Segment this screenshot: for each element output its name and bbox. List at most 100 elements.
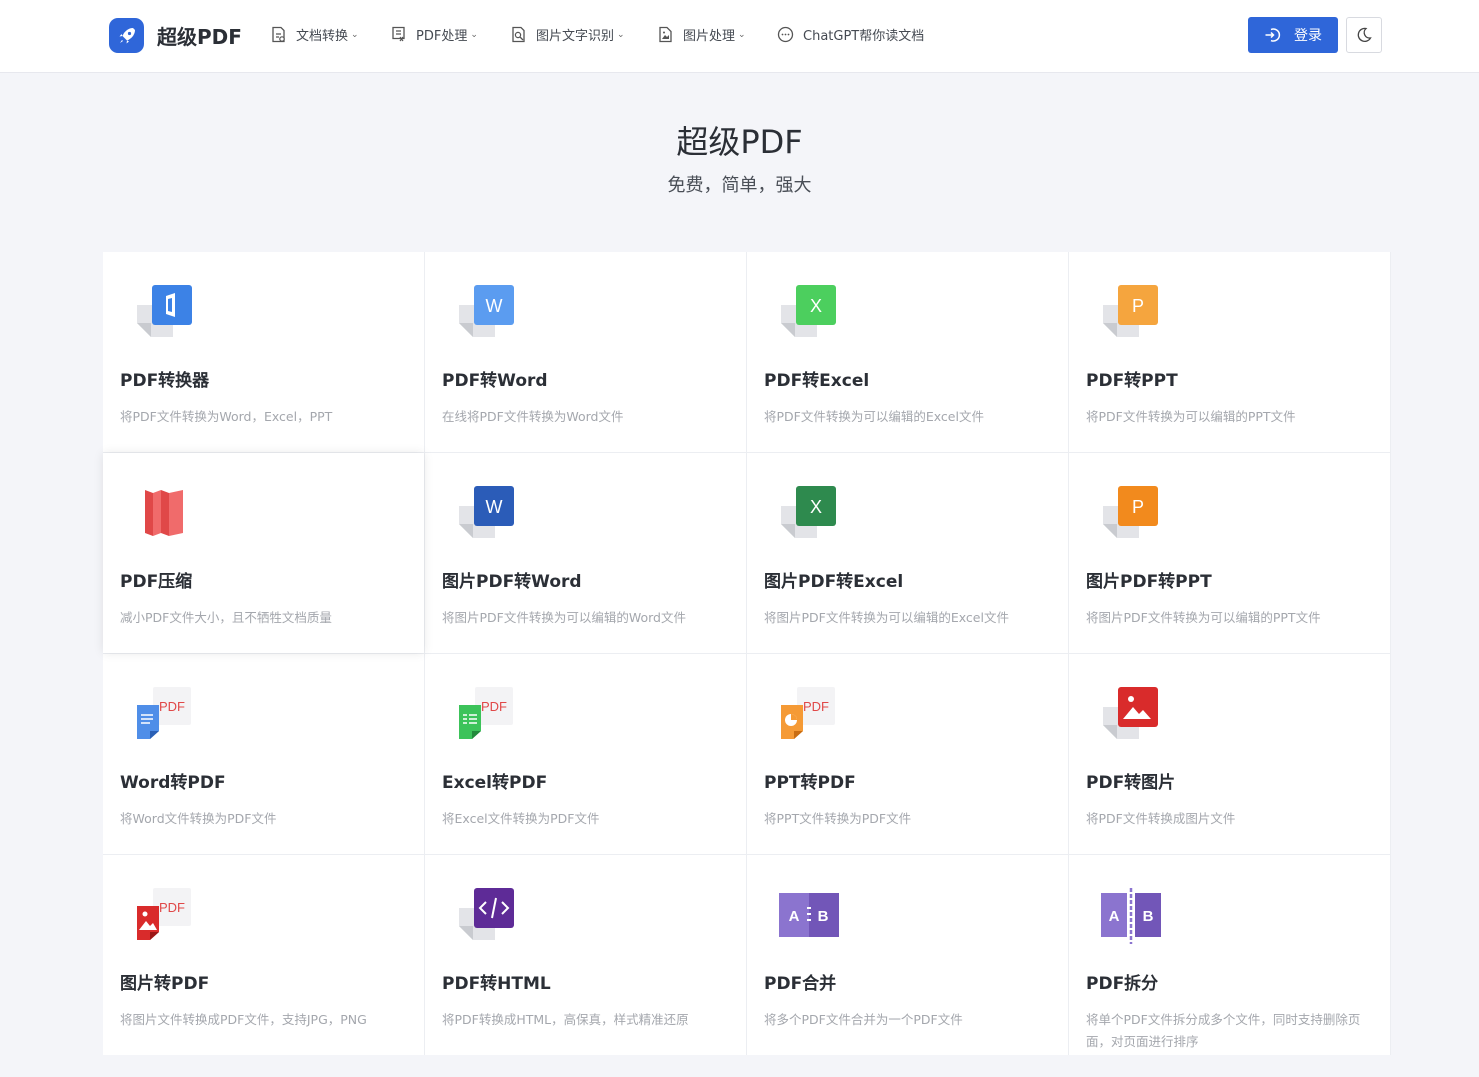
- office-icon: [137, 285, 192, 337]
- chevron-down-icon: ⌄: [351, 29, 359, 40]
- nav-label: PDF处理: [416, 29, 468, 44]
- svg-text:PDF: PDF: [159, 699, 185, 714]
- tool-title: PDF转换器: [120, 371, 210, 391]
- image-file-icon: [659, 26, 672, 43]
- tool-title: PPT转PDF: [764, 773, 856, 793]
- tool-card-pdf-compress[interactable]: PDF压缩 减小PDF文件大小，且不牺牲文档质量: [103, 453, 424, 653]
- tool-description: 将图片PDF文件转换为可以编辑的Excel文件: [764, 610, 1009, 625]
- svg-text:A: A: [789, 908, 800, 925]
- nav-ocr[interactable]: 图片文字识别 ⌄: [510, 25, 625, 44]
- svg-text:P: P: [1132, 296, 1144, 316]
- tool-card-pdf-to-image[interactable]: PDF转图片 将PDF文件转换成图片文件: [1069, 654, 1390, 854]
- login-icon: [1265, 28, 1281, 42]
- nav-pdf-process[interactable]: PDF处理 ⌄: [390, 25, 478, 44]
- nav-label: 文档转换: [296, 29, 349, 44]
- svg-text:A: A: [1109, 908, 1120, 925]
- tool-description: 将单个PDF文件拆分成多个文件，同时支持删除页面，对页面进行排序: [1086, 1012, 1361, 1049]
- tool-description: 将Word文件转换为PDF文件: [120, 811, 277, 826]
- tool-card-ppt-to-pdf[interactable]: PDF PPT转PDF 将PPT文件转换为PDF文件: [747, 654, 1068, 854]
- rocket-logo-icon[interactable]: [109, 18, 144, 53]
- ppt-to-pdf-icon: PDF: [781, 687, 835, 739]
- login-button[interactable]: 登录: [1248, 17, 1338, 53]
- document-convert-icon: [272, 26, 285, 43]
- tool-title: 图片转PDF: [120, 974, 210, 994]
- excel-to-pdf-icon: PDF: [459, 687, 513, 739]
- ppt-dark-icon: P: [1103, 486, 1158, 538]
- nav-label: 图片处理: [683, 29, 736, 44]
- chevron-down-icon: ⌄: [617, 29, 625, 40]
- svg-text:PDF: PDF: [803, 699, 829, 714]
- ppt-icon: P: [1103, 285, 1158, 337]
- page-title: 超级PDF: [676, 123, 803, 161]
- tool-grid: PDF转换器 将PDF文件转换为Word，Excel，PPT W PDF转Wor…: [103, 252, 1391, 1055]
- word-icon: W: [459, 285, 514, 337]
- tool-title: 图片PDF转Word: [442, 572, 582, 592]
- svg-text:PDF: PDF: [159, 900, 185, 915]
- word-dark-icon: W: [459, 486, 514, 538]
- nav-doc-convert[interactable]: 文档转换 ⌄: [270, 25, 359, 44]
- tool-title: 图片PDF转PPT: [1086, 572, 1212, 592]
- svg-text:P: P: [1132, 497, 1144, 517]
- tool-card-pdf-to-html[interactable]: PDF转HTML 将PDF转换成HTML，高保真，样式精准还原: [425, 855, 746, 1055]
- chevron-down-icon: ⌄: [738, 29, 746, 40]
- tool-description: 将图片文件转换成PDF文件，支持JPG，PNG: [120, 1012, 367, 1027]
- nav-chatgpt[interactable]: ChatGPT帮你读文档: [777, 25, 924, 44]
- dark-mode-toggle[interactable]: [1346, 17, 1382, 53]
- tool-description: 将PDF文件转换为可以编辑的PPT文件: [1086, 409, 1296, 424]
- tool-title: PDF转PPT: [1086, 371, 1178, 391]
- html-code-icon: [459, 888, 514, 940]
- tool-card-image-pdf-to-excel[interactable]: X 图片PDF转Excel 将图片PDF文件转换为可以编辑的Excel文件: [747, 453, 1068, 653]
- tool-card-pdf-merge[interactable]: A B PDF合并 将多个PDF文件合并为一个PDF文件: [747, 855, 1068, 1055]
- word-to-pdf-icon: PDF: [137, 687, 191, 739]
- tool-card-image-pdf-to-word[interactable]: W 图片PDF转Word 将图片PDF文件转换为可以编辑的Word文件: [425, 453, 746, 653]
- svg-text:B: B: [1143, 908, 1154, 925]
- login-label: 登录: [1294, 28, 1322, 44]
- tool-description: 将图片PDF文件转换为可以编辑的PPT文件: [1086, 610, 1321, 625]
- tool-card-image-pdf-to-ppt[interactable]: P 图片PDF转PPT 将图片PDF文件转换为可以编辑的PPT文件: [1069, 453, 1390, 653]
- svg-text:W: W: [486, 296, 503, 316]
- chevron-down-icon: ⌄: [470, 29, 478, 40]
- page-subtitle: 免费，简单，强大: [667, 175, 812, 196]
- tool-card-pdf-to-word[interactable]: W PDF转Word 在线将PDF文件转换为Word文件: [425, 252, 746, 452]
- svg-text:X: X: [810, 497, 822, 517]
- tool-card-image-to-pdf[interactable]: PDF 图片转PDF 将图片文件转换成PDF文件，支持JPG，PNG: [103, 855, 424, 1055]
- split-icon: A B: [1101, 888, 1161, 944]
- tool-title: PDF转Word: [442, 371, 548, 391]
- chat-bubble-icon: [777, 26, 794, 43]
- tool-card-pdf-split[interactable]: A B PDF拆分 将单个PDF文件拆分成多个文件，同时支持删除页面，对页面进行…: [1069, 855, 1390, 1055]
- svg-text:B: B: [818, 908, 829, 925]
- tool-description: 将多个PDF文件合并为一个PDF文件: [764, 1012, 963, 1027]
- tool-card-pdf-converter[interactable]: PDF转换器 将PDF文件转换为Word，Excel，PPT: [103, 252, 424, 452]
- tool-title: PDF合并: [764, 974, 837, 994]
- tool-card-pdf-to-excel[interactable]: X PDF转Excel 将PDF文件转换为可以编辑的Excel文件: [747, 252, 1068, 452]
- merge-icon: A B: [779, 893, 839, 937]
- top-navbar: 超级PDF 文档转换 ⌄ PDF处理 ⌄ 图片文字识别 ⌄ 图片处理 ⌄ ChatGPT…: [0, 0, 1479, 73]
- svg-text:PDF: PDF: [481, 699, 507, 714]
- nav-image-process[interactable]: 图片处理 ⌄: [657, 25, 746, 44]
- tool-card-word-to-pdf[interactable]: PDF Word转PDF 将Word文件转换为PDF文件: [103, 654, 424, 854]
- brand-name[interactable]: 超级PDF: [157, 21, 242, 50]
- pdf-process-icon: [392, 26, 405, 42]
- tool-description: 将PDF文件转换为Word，Excel，PPT: [120, 409, 333, 424]
- tool-description: 将PDF转换成HTML，高保真，样式精准还原: [442, 1012, 689, 1027]
- tool-title: Word转PDF: [120, 773, 226, 793]
- tool-description: 将PDF文件转换成图片文件: [1086, 811, 1236, 826]
- nav-label: 图片文字识别: [536, 29, 615, 44]
- tool-title: PDF拆分: [1086, 974, 1159, 994]
- svg-text:W: W: [486, 497, 503, 517]
- moon-icon: [1357, 27, 1372, 42]
- nav-label: ChatGPT帮你读文档: [803, 29, 925, 44]
- compress-icon: [145, 490, 183, 536]
- tool-title: Excel转PDF: [442, 773, 548, 793]
- tool-description: 在线将PDF文件转换为Word文件: [442, 409, 624, 424]
- svg-text:X: X: [810, 296, 822, 316]
- tool-card-excel-to-pdf[interactable]: PDF Excel转PDF 将Excel文件转换为PDF文件: [425, 654, 746, 854]
- ocr-icon: [512, 26, 525, 43]
- tool-title: PDF转Excel: [764, 371, 870, 391]
- tool-title: PDF转HTML: [442, 974, 551, 994]
- tool-card-pdf-to-ppt[interactable]: P PDF转PPT 将PDF文件转换为可以编辑的PPT文件: [1069, 252, 1390, 452]
- image-to-pdf-icon: PDF: [137, 888, 191, 940]
- tool-description: 将PPT文件转换为PDF文件: [764, 811, 912, 826]
- image-icon: [1103, 687, 1158, 739]
- tool-description: 减小PDF文件大小，且不牺牲文档质量: [120, 610, 332, 625]
